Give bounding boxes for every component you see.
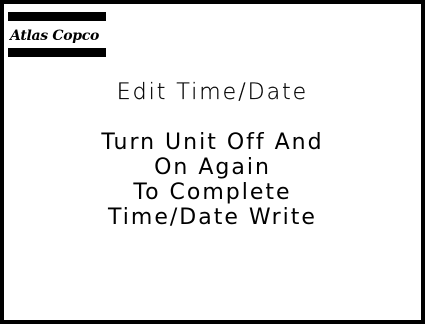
message-line-4: Time/Date Write [108,205,317,230]
message-line-1: Turn Unit Off And [101,130,324,155]
instruction-message: Turn Unit Off And On Again To Complete T… [4,130,421,230]
logo-bar-bottom [8,48,106,57]
atlas-copco-logo: Atlas Copco [8,8,108,58]
logo-bar-top [8,12,106,21]
screen-title: Edit Time/Date [116,80,309,105]
logo-brand-text: Atlas Copco [10,28,100,44]
message-line-2: On Again [154,155,271,180]
display-screen: Atlas Copco Edit Time/Date Turn Unit Off… [0,0,425,324]
message-line-3: To Complete [133,180,292,205]
